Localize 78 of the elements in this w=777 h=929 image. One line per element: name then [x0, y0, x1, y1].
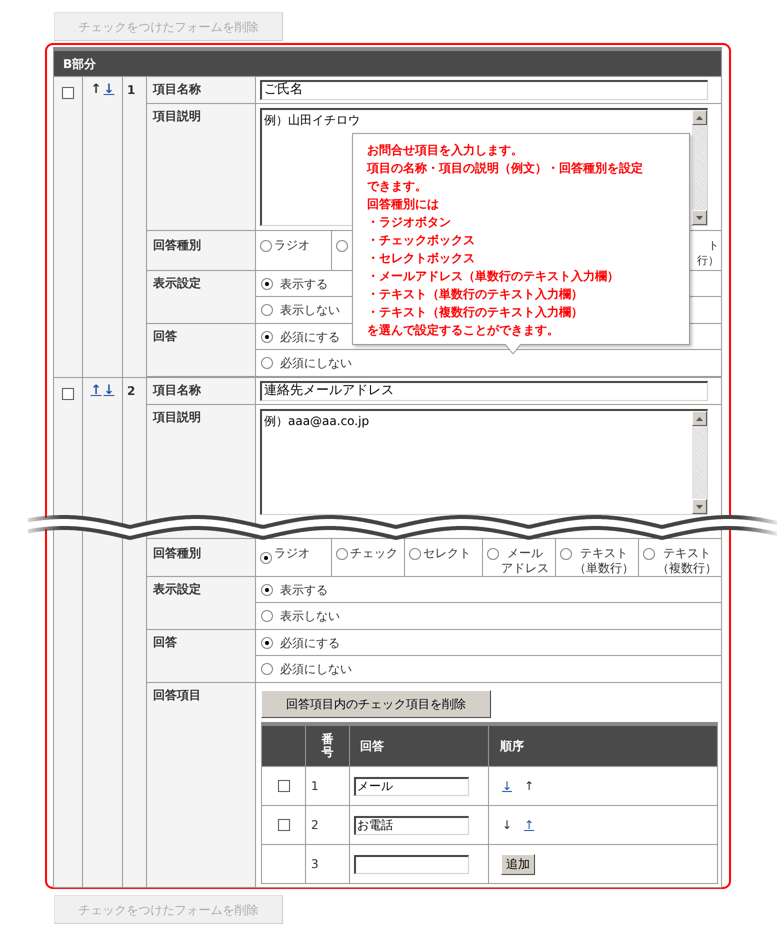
radio-label: 表示しない — [280, 302, 340, 319]
section-header: B部分 — [54, 51, 721, 76]
scrollbar[interactable] — [692, 110, 707, 225]
item-number: 1 — [127, 83, 136, 97]
field-label: 項目名称 — [147, 378, 256, 404]
item-name-input-field[interactable]: ご氏名 — [260, 80, 708, 100]
radio-label: テキスト （単数行） — [574, 546, 634, 576]
radio-button[interactable] — [261, 584, 273, 596]
delete-checked-answers-button[interactable]: 回答項目内のチェック項目を削除 — [261, 690, 491, 718]
radio-button[interactable] — [261, 330, 273, 342]
radio-label: メール アドレス — [501, 546, 549, 576]
column-header: 番号 — [322, 732, 334, 760]
move-up-arrow: ↑ — [90, 81, 102, 99]
radio-button[interactable] — [261, 636, 273, 648]
radio-button[interactable] — [260, 240, 272, 252]
move-up-link[interactable]: ↑ — [523, 816, 536, 834]
radio-button[interactable] — [643, 548, 655, 560]
field-label: 項目名称 — [147, 77, 256, 103]
move-down-link[interactable]: ↓ — [501, 777, 514, 795]
move-down-arrow: ↓ — [501, 817, 514, 834]
radio-button[interactable] — [260, 552, 272, 564]
field-label: 表示設定 — [147, 577, 256, 629]
radio-label: ラジオ — [274, 238, 310, 253]
radio-label: 必須にする — [280, 634, 340, 652]
column-header: 順序 — [500, 738, 524, 755]
radio-button[interactable] — [336, 548, 348, 560]
radio-label: 表示しない — [280, 608, 340, 625]
move-up-link[interactable]: ↑ — [90, 381, 102, 400]
radio-label: 必須にしない — [280, 355, 352, 372]
field-label: 表示設定 — [147, 271, 256, 323]
radio-label: 必須にしない — [280, 661, 352, 678]
radio-button[interactable] — [336, 240, 348, 252]
field-label: 回答 — [147, 324, 256, 376]
radio-label: 表示する — [280, 276, 328, 292]
item-number: 2 — [127, 384, 136, 398]
radio-button[interactable] — [261, 610, 273, 622]
column-header: 回答 — [360, 738, 384, 755]
scroll-down-icon — [696, 504, 703, 508]
field-label: 回答種別 — [147, 539, 256, 576]
radio-button[interactable] — [560, 548, 572, 560]
move-down-link[interactable]: ↓ — [102, 381, 116, 400]
description-text-area[interactable]: 例）aaa@aa.co.jp — [260, 409, 708, 515]
field-label: 項目説明 — [147, 104, 256, 230]
radio-label: ト 行） — [697, 238, 720, 269]
checkbox[interactable] — [62, 388, 74, 400]
help-tooltip: お問合せ項目を入力します。 項目の名称・項目の説明（例文）・回答種別を設定 できます。 回答種別には ・ラジオボタン ・チェックボックス ・セレクトボックス ・メールアドレス（単数行のテキスト入力欄） ・テキスト（単数行のテキスト入力欄） ・テキスト（複数行のテキスト入力欄） を選んで設定することができます。 — [352, 133, 690, 345]
add-button[interactable]: 追加 — [501, 854, 535, 874]
radio-button[interactable] — [261, 278, 273, 290]
scrollbar[interactable] — [692, 411, 707, 514]
answer-input-field[interactable] — [354, 854, 469, 874]
answer-input-field[interactable]: メール — [354, 776, 469, 796]
radio-label: チェック — [350, 546, 398, 561]
row-number: 3 — [311, 856, 319, 873]
radio-button[interactable] — [487, 548, 499, 560]
scroll-up-icon — [696, 416, 703, 420]
scroll-down-icon — [696, 216, 703, 220]
radio-button[interactable] — [261, 304, 273, 316]
item-name-input-field[interactable]: 連絡先メールアドレス — [260, 381, 708, 401]
row-number: 1 — [311, 778, 319, 795]
radio-label: テキスト （複数行） — [657, 546, 717, 576]
row-number: 2 — [311, 817, 319, 834]
radio-button[interactable] — [409, 548, 421, 560]
radio-label: ラジオ — [274, 546, 310, 561]
radio-button[interactable] — [261, 663, 273, 675]
checkbox[interactable] — [62, 87, 74, 99]
checkbox[interactable] — [278, 780, 290, 792]
field-label: 回答種別 — [147, 231, 256, 270]
move-up-arrow: ↑ — [523, 778, 536, 795]
checkbox[interactable] — [278, 819, 290, 831]
move-down-link[interactable]: ↓ — [102, 80, 116, 100]
radio-button[interactable] — [261, 357, 273, 369]
field-label: 回答項目 — [147, 683, 256, 887]
answer-input-field[interactable]: お電話 — [354, 816, 469, 834]
scroll-up-icon — [696, 116, 703, 120]
radio-label: 必須にする — [280, 328, 340, 346]
radio-label: 表示する — [280, 582, 328, 598]
field-label: 回答 — [147, 630, 256, 682]
radio-label: セレクト — [423, 546, 471, 561]
